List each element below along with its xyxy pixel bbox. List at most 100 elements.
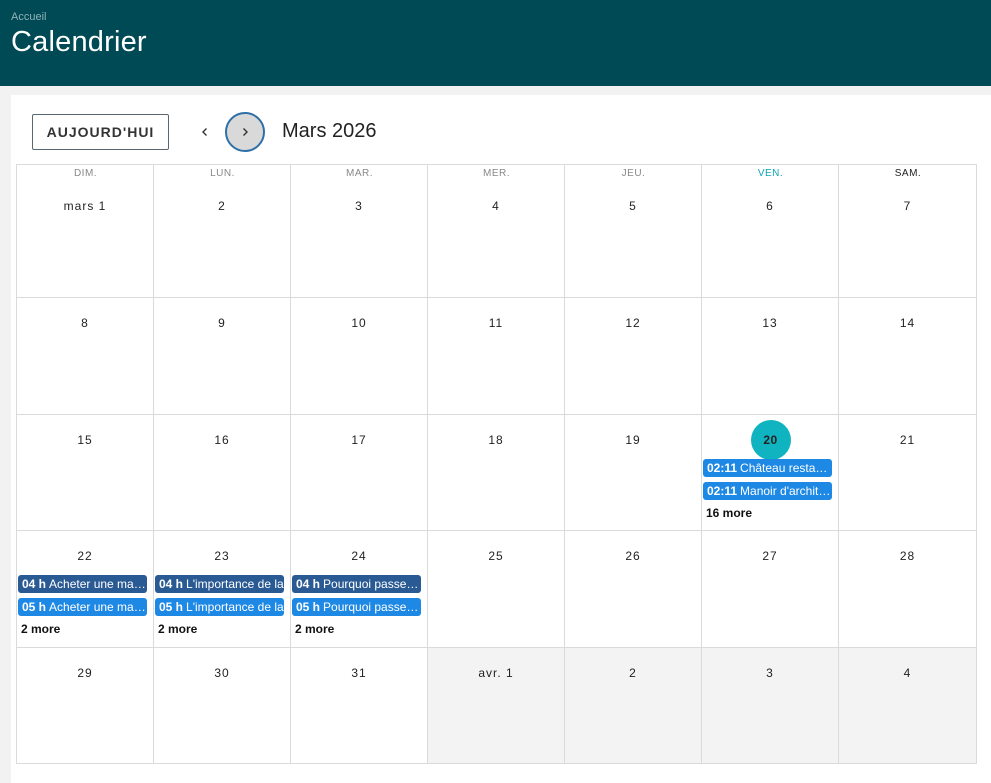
day-cell[interactable]: 31 (291, 648, 428, 764)
day-number[interactable]: 14 (839, 316, 976, 330)
event-title: L'importance de la (186, 600, 284, 614)
day-cell[interactable]: 24 04 h Pourquoi passer par 05 h Pourquoi pa… (291, 531, 428, 648)
day-cell[interactable]: 29 (17, 648, 154, 764)
month-grid: DIM. LUN. MAR. MER. JEU. VEN. SAM. mars 1234567… (16, 164, 977, 764)
day-number[interactable]: 24 (291, 549, 427, 563)
day-cell[interactable]: 6 (702, 165, 839, 298)
day-number[interactable]: 29 (17, 666, 153, 680)
day-cell[interactable]: 4 (839, 648, 977, 764)
day-number[interactable]: 3 (702, 666, 838, 680)
day-cell[interactable]: 11 (428, 298, 565, 415)
day-number[interactable]: 25 (428, 549, 564, 563)
day-cell[interactable]: 22 04 h Acheter une maison 05 h Acheter une … (17, 531, 154, 648)
day-cell[interactable]: 5 (565, 165, 702, 298)
day-cell[interactable]: 2 (565, 648, 702, 764)
event-title: Manoir d'architecte (740, 484, 832, 498)
day-cell[interactable]: 2 (154, 165, 291, 298)
day-cell[interactable]: 7 (839, 165, 977, 298)
day-cell[interactable]: 4 (428, 165, 565, 298)
day-number[interactable]: 4 (839, 666, 976, 680)
day-cell[interactable]: 28 (839, 531, 977, 648)
day-number[interactable]: 28 (839, 549, 976, 563)
calendar-event[interactable]: 02:11 Manoir d'architecte (703, 482, 832, 500)
page-title: Calendrier (11, 26, 147, 58)
day-cell[interactable]: 17 (291, 415, 428, 531)
day-number[interactable]: 3 (291, 199, 427, 213)
chevron-left-icon (200, 127, 210, 137)
day-number[interactable]: 5 (565, 199, 701, 213)
day-number[interactable]: 2 (154, 199, 290, 213)
day-number[interactable]: 22 (17, 549, 153, 563)
day-number[interactable]: 23 (154, 549, 290, 563)
event-title: Acheter une maison (49, 600, 147, 614)
more-events-link[interactable]: 2 more (295, 622, 334, 636)
day-cell[interactable]: avr. 1 (428, 648, 565, 764)
day-number[interactable]: 11 (428, 316, 564, 330)
day-cell[interactable]: 13 (702, 298, 839, 415)
day-cell[interactable]: 30 (154, 648, 291, 764)
day-cell[interactable]: 15 (17, 415, 154, 531)
more-events-link[interactable]: 16 more (706, 506, 752, 520)
day-number[interactable]: 13 (702, 316, 838, 330)
day-number[interactable]: 21 (839, 433, 976, 447)
day-number[interactable]: 30 (154, 666, 290, 680)
calendar-event[interactable]: 04 h Pourquoi passer par (292, 575, 421, 593)
day-number[interactable]: 9 (154, 316, 290, 330)
day-number[interactable]: 17 (291, 433, 427, 447)
event-title: L'importance de la (186, 577, 284, 591)
day-cell[interactable]: 8 (17, 298, 154, 415)
day-number[interactable]: 26 (565, 549, 701, 563)
event-time: 02:11 (707, 484, 738, 498)
event-title: Pourquoi passer par (323, 577, 421, 591)
next-month-button[interactable] (225, 112, 265, 152)
today-day-number[interactable]: 20 (750, 420, 791, 460)
day-cell[interactable]: 12 (565, 298, 702, 415)
day-cell[interactable]: 10 (291, 298, 428, 415)
more-events-link[interactable]: 2 more (21, 622, 60, 636)
day-number[interactable]: 18 (428, 433, 564, 447)
calendar-event[interactable]: 04 h Acheter une maison (18, 575, 147, 593)
calendar-event[interactable]: 05 h Acheter une maison (18, 598, 147, 616)
event-title: Pourquoi passer par (323, 600, 421, 614)
calendar-event[interactable]: 04 h L'importance de la (155, 575, 284, 593)
day-number[interactable]: 10 (291, 316, 427, 330)
chevron-right-icon (240, 127, 250, 137)
day-cell[interactable]: 9 (154, 298, 291, 415)
day-number[interactable]: 7 (839, 199, 976, 213)
day-cell[interactable]: 19 (565, 415, 702, 531)
day-cell[interactable]: 3 (291, 165, 428, 298)
event-time: 04 h (159, 577, 184, 591)
day-cell[interactable]: 26 (565, 531, 702, 648)
day-cell[interactable]: 27 (702, 531, 839, 648)
day-cell[interactable]: 23 04 h L'importance de la 05 h L'importance… (154, 531, 291, 648)
calendar-event[interactable]: 05 h Pourquoi passer par (292, 598, 421, 616)
day-cell[interactable]: 14 (839, 298, 977, 415)
today-button[interactable]: AUJOURD'HUI (32, 114, 169, 150)
day-cell[interactable]: mars 1 (17, 165, 154, 298)
day-cell[interactable]: 20 02:11 Château restauré 02:11 Manoir d'arc… (702, 415, 839, 531)
day-number[interactable]: 16 (154, 433, 290, 447)
day-cell[interactable]: 3 (702, 648, 839, 764)
breadcrumb[interactable]: Accueil (11, 11, 46, 23)
day-number[interactable]: 31 (291, 666, 427, 680)
more-events-link[interactable]: 2 more (158, 622, 197, 636)
day-cell[interactable]: 25 (428, 531, 565, 648)
day-number[interactable]: mars 1 (17, 199, 153, 213)
day-number[interactable]: 6 (702, 199, 838, 213)
day-cell[interactable]: 16 (154, 415, 291, 531)
day-number[interactable]: 8 (17, 316, 153, 330)
event-time: 05 h (296, 600, 321, 614)
day-cell[interactable]: 21 (839, 415, 977, 531)
day-cell[interactable]: 18 (428, 415, 565, 531)
app-header: Accueil Calendrier (0, 0, 991, 86)
day-number[interactable]: 27 (702, 549, 838, 563)
previous-month-button[interactable] (192, 119, 218, 145)
day-number[interactable]: 12 (565, 316, 701, 330)
calendar-event[interactable]: 02:11 Château restauré (703, 459, 832, 477)
day-number[interactable]: 19 (565, 433, 701, 447)
day-number[interactable]: 15 (17, 433, 153, 447)
day-number[interactable]: 2 (565, 666, 701, 680)
calendar-event[interactable]: 05 h L'importance de la (155, 598, 284, 616)
day-number[interactable]: 4 (428, 199, 564, 213)
day-number[interactable]: avr. 1 (428, 666, 564, 680)
